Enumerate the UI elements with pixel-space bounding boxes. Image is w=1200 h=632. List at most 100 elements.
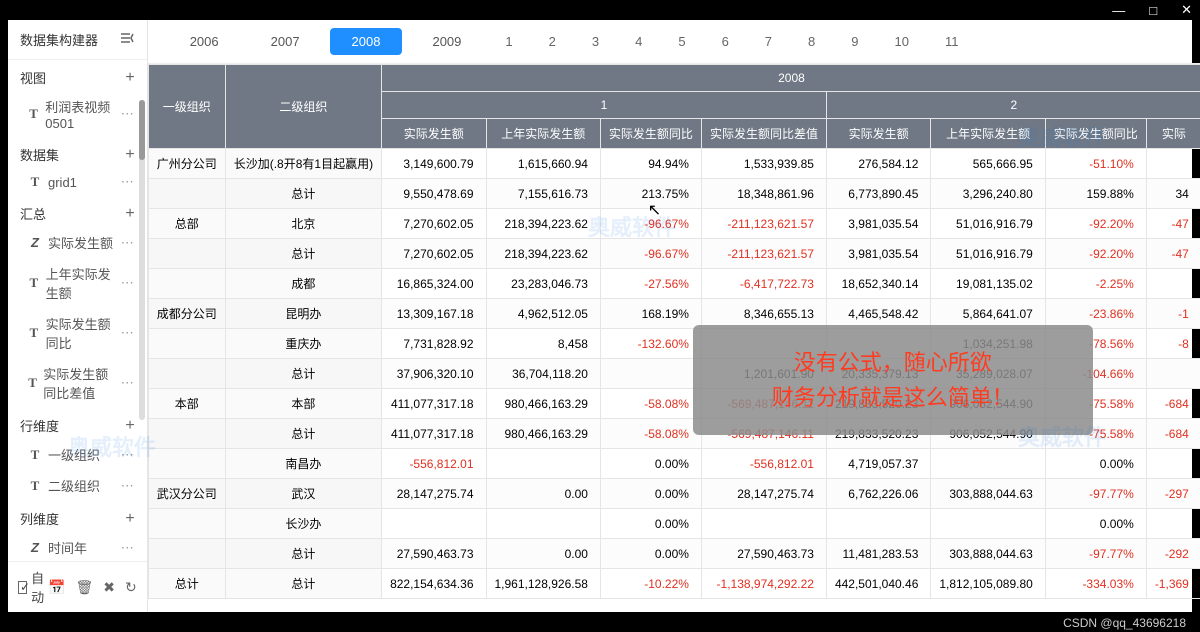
cell-value: [600, 359, 701, 389]
month-tab-9[interactable]: 9: [837, 28, 872, 55]
cell-org2: 重庆办: [225, 329, 381, 359]
cell-value: -97.77%: [1045, 539, 1146, 569]
sidebar-scroll[interactable]: 视图+T利润表视频0501⋯数据集+Tgrid1⋯汇总+Z实际发生额⋯T上年实际…: [8, 60, 147, 561]
section-head-dataset: 数据集+: [8, 137, 147, 168]
col-org2[interactable]: 二级组织: [225, 65, 381, 149]
refresh-icon[interactable]: ↻: [125, 579, 137, 596]
cell-value: -132.60%: [600, 329, 701, 359]
sidebar-item[interactable]: T利润表视频0501⋯: [8, 91, 147, 137]
cell-value: 9,550,478.69: [382, 179, 486, 209]
month-tab-5[interactable]: 5: [664, 28, 699, 55]
add-icon[interactable]: +: [125, 417, 134, 435]
cell-org1: 总计: [148, 569, 225, 599]
year-tab-2007[interactable]: 2007: [249, 28, 322, 55]
add-icon[interactable]: +: [125, 146, 134, 164]
month-tab-4[interactable]: 4: [621, 28, 656, 55]
section-head-view: 视图+: [8, 60, 147, 91]
more-icon[interactable]: ⋯: [121, 325, 135, 341]
more-icon[interactable]: ⋯: [121, 478, 135, 494]
sidebar: 数据集构建器 视图+T利润表视频0501⋯数据集+Tgrid1⋯汇总+Z实际发生…: [8, 20, 148, 612]
sidebar-item-label: 上年实际发生额: [46, 264, 121, 302]
more-icon[interactable]: ⋯: [121, 540, 135, 556]
metric-col[interactable]: 上年实际发生额: [486, 119, 600, 149]
calendar-icon[interactable]: 📅: [48, 579, 65, 596]
cell-value: -569,487,146.11: [701, 419, 826, 449]
window-close[interactable]: ✕: [1181, 2, 1192, 18]
sidebar-item[interactable]: Z实际发生额⋯: [8, 227, 147, 258]
sidebar-item[interactable]: T实际发生额同比⋯: [8, 308, 147, 358]
add-icon[interactable]: +: [125, 510, 134, 528]
table-row: 重庆办7,731,828.928,458-132.60%1,034,251.98…: [148, 329, 1200, 359]
cell-value: [486, 509, 600, 539]
year-tab-2008[interactable]: 2008: [330, 28, 403, 55]
metric-col[interactable]: 实际发生额: [826, 119, 930, 149]
cell-value: 11,481,283.53: [826, 539, 930, 569]
more-icon[interactable]: ⋯: [121, 174, 135, 190]
cell-value: [826, 329, 930, 359]
metric-col[interactable]: 实际: [1146, 119, 1200, 149]
cell-value: 0.00: [486, 539, 600, 569]
main-area: 20062007200820091234567891011 一级组织 二级组织 …: [148, 20, 1200, 612]
cell-value: 0.00%: [1045, 509, 1146, 539]
month-tab-10[interactable]: 10: [881, 28, 923, 55]
builder-header: 数据集构建器: [8, 20, 147, 60]
month-tab-3[interactable]: 3: [578, 28, 613, 55]
metric-col[interactable]: 实际发生额: [382, 119, 486, 149]
app-root: 数据集构建器 视图+T利润表视频0501⋯数据集+Tgrid1⋯汇总+Z实际发生…: [8, 20, 1192, 612]
collapse-icon[interactable]: [119, 30, 135, 49]
metric-col[interactable]: 实际发生额同比: [1045, 119, 1146, 149]
pivot-table-wrap[interactable]: 一级组织 二级组织 2008 1 2 实际发生额上年实际发生额实际发生额同比实际…: [148, 64, 1200, 612]
cell-org2: 成都: [225, 269, 381, 299]
sidebar-item[interactable]: Tgrid1⋯: [8, 168, 147, 196]
more-icon[interactable]: ⋯: [121, 375, 135, 391]
sidebar-item[interactable]: T实际发生额同比差值⋯: [8, 358, 147, 408]
cell-value: 7,731,828.92: [382, 329, 486, 359]
metric-col[interactable]: 上年实际发生额: [931, 119, 1045, 149]
table-row: 总计7,270,602.05218,394,223.62-96.67%-211,…: [148, 239, 1200, 269]
month-tab-2[interactable]: 2: [535, 28, 570, 55]
add-icon[interactable]: +: [125, 69, 134, 87]
cell-value: 18,652,340.14: [826, 269, 930, 299]
shuffle-icon[interactable]: ✖: [103, 579, 115, 596]
month-tab-7[interactable]: 7: [751, 28, 786, 55]
cell-value: [1146, 269, 1200, 299]
sidebar-item[interactable]: T上年实际发生额⋯: [8, 258, 147, 308]
cell-value: 276,584.12: [826, 149, 930, 179]
auto-checkbox[interactable]: ✓ 自动: [18, 568, 48, 606]
col-year-group[interactable]: 2008: [382, 65, 1200, 92]
year-tab-2006[interactable]: 2006: [168, 28, 241, 55]
add-icon[interactable]: +: [125, 205, 134, 223]
metric-col[interactable]: 实际发生额同比差值: [701, 119, 826, 149]
cell-org2: 南昌办: [225, 449, 381, 479]
col-org1[interactable]: 一级组织: [148, 65, 225, 149]
cell-value: -211,123,621.57: [701, 239, 826, 269]
cell-value: [701, 329, 826, 359]
month-tab-8[interactable]: 8: [794, 28, 829, 55]
cell-value: 16,865,324.00: [382, 269, 486, 299]
month-tab-11[interactable]: 11: [931, 28, 973, 55]
more-icon[interactable]: ⋯: [121, 275, 135, 291]
window-maximize[interactable]: □: [1149, 3, 1157, 18]
cell-value: [931, 449, 1045, 479]
metric-col[interactable]: 实际发生额同比: [600, 119, 701, 149]
delete-icon[interactable]: 🗑: [75, 579, 93, 596]
sidebar-item[interactable]: Z时间年⋯: [8, 532, 147, 561]
window-minimize[interactable]: —: [1112, 3, 1125, 18]
table-row: 总计411,077,317.18980,466,163.29-58.08%-56…: [148, 419, 1200, 449]
sidebar-scrollbar-thumb[interactable]: [139, 100, 145, 160]
more-icon[interactable]: ⋯: [121, 235, 135, 251]
cell-value: [1146, 449, 1200, 479]
cell-value: 1,034,251.98: [931, 329, 1045, 359]
more-icon[interactable]: ⋯: [121, 447, 135, 463]
month-tab-6[interactable]: 6: [708, 28, 743, 55]
more-icon[interactable]: ⋯: [121, 106, 135, 122]
sidebar-item[interactable]: T一级组织⋯: [8, 439, 147, 470]
sidebar-item[interactable]: T二级组织⋯: [8, 470, 147, 501]
cell-org1: [148, 329, 225, 359]
month-tab-1[interactable]: 1: [491, 28, 526, 55]
col-group-1[interactable]: 1: [382, 92, 827, 119]
sidebar-item-label: 实际发生额同比: [46, 314, 121, 352]
col-group-2[interactable]: 2: [826, 92, 1200, 119]
year-tab-2009[interactable]: 2009: [410, 28, 483, 55]
cell-value: -97.77%: [1045, 479, 1146, 509]
